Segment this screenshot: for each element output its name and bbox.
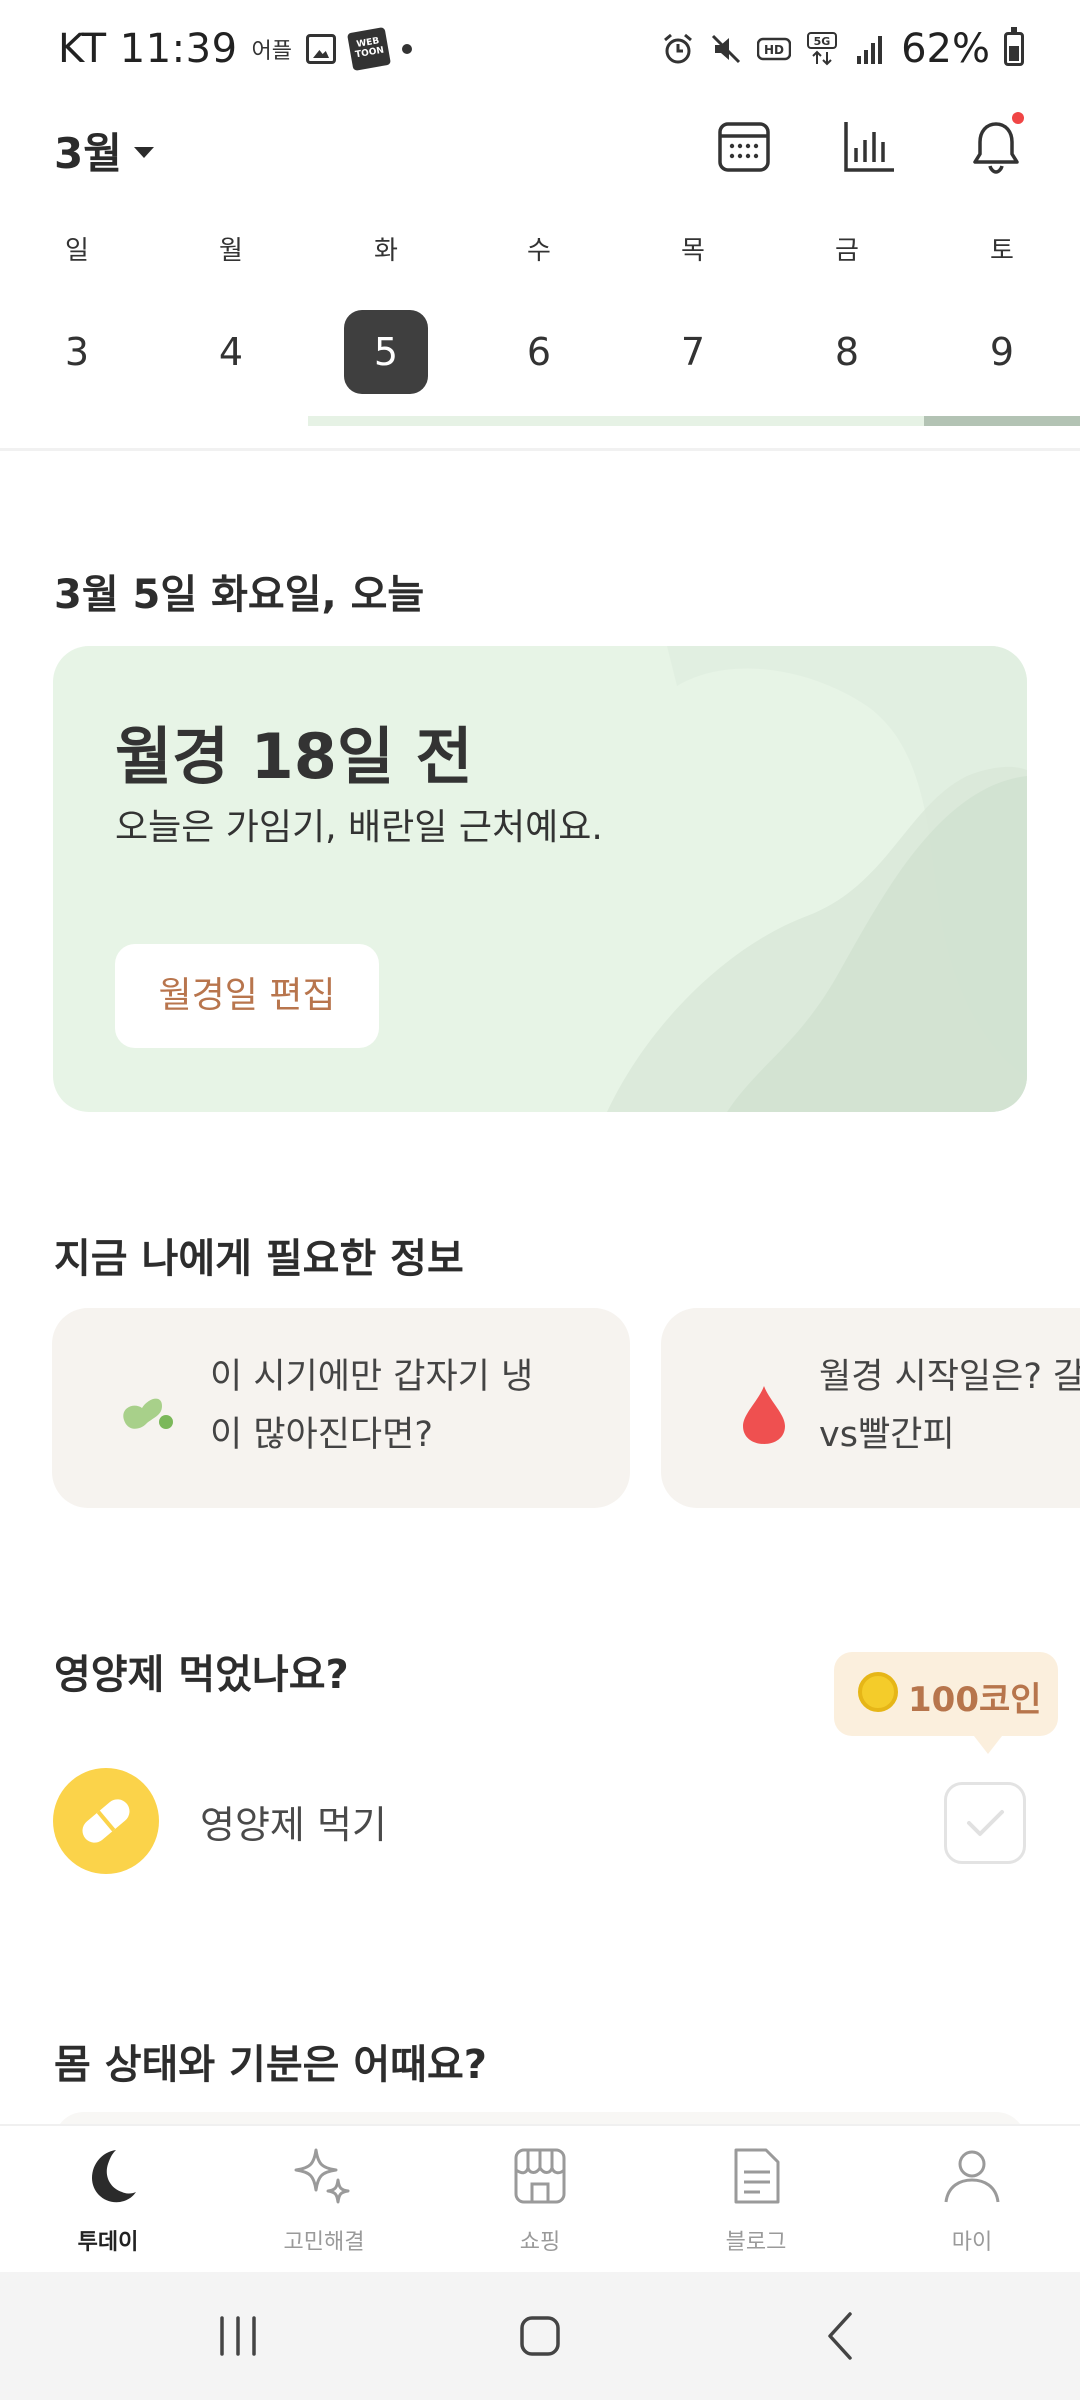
period-status: 오늘은 가임기, 배란일 근처예요. [115, 807, 603, 848]
coin-icon [858, 1672, 898, 1712]
back-icon[interactable] [812, 2306, 872, 2366]
coin-reward-tooltip: 100코인 [834, 1652, 1058, 1754]
check-icon [967, 1810, 1004, 1836]
edit-period-button[interactable]: 월경일 편집 [115, 944, 379, 1048]
day-date-selected: 5 [344, 310, 428, 394]
divider [0, 448, 1080, 451]
info-card-text: 이 시기에만 갑자기 냉 이 많아진다면? [210, 1357, 534, 1455]
nav-solutions[interactable]: 고민해결 [254, 2144, 394, 2256]
webtoon-icon: WEB TOON [347, 26, 392, 72]
today-title: 3월 5일 화요일, 오늘 [54, 572, 425, 618]
day-of-week: 토 [990, 236, 1014, 266]
nav-my[interactable]: 마이 [902, 2144, 1042, 2256]
info-card-text: 월경 시작일은? 갈 vs빨간피 [819, 1357, 1080, 1455]
hd-icon: HD [757, 37, 792, 61]
bar-chart-icon [844, 122, 894, 172]
info-title: 지금 나에게 필요한 정보 [54, 1236, 464, 1282]
supplement-checkbox[interactable] [944, 1782, 1026, 1864]
svg-text:5G: 5G [814, 35, 831, 48]
day-of-week: 수 [527, 236, 551, 266]
app-label: 어플 [251, 39, 293, 64]
document-icon [734, 2148, 780, 2204]
signal-icon [857, 36, 883, 64]
nav-label: 고민해결 [283, 2230, 365, 2255]
bell-icon [973, 122, 1019, 174]
status-right: HD 5G 62% [661, 26, 1024, 72]
coin-reward-text: 100코인 [908, 1680, 1042, 1720]
day-thursday[interactable]: 목 7 [643, 230, 743, 394]
notification-badge [1012, 112, 1024, 124]
sparkle-icon [294, 2148, 350, 2204]
nav-label: 마이 [951, 2230, 993, 2255]
cycle-phase-bar [308, 416, 1080, 426]
nav-label: 쇼핑 [519, 2230, 561, 2255]
pill-icon [53, 1768, 159, 1874]
system-nav-bar [0, 2272, 1080, 2400]
period-countdown: 월경 18일 전 [115, 720, 473, 793]
day-date: 6 [526, 330, 552, 374]
5g-icon: 5G [807, 32, 838, 66]
decorative-wave [607, 646, 1027, 1112]
person-icon [944, 2150, 1000, 2203]
month-selector[interactable]: 3월 [54, 120, 154, 181]
battery-percent: 62% [901, 26, 990, 72]
carrier-time: KT 11:39 [58, 26, 238, 72]
cycle-phase-fill [924, 416, 1080, 426]
battery-icon [1004, 27, 1024, 66]
day-date: 8 [834, 330, 860, 374]
day-of-week: 목 [681, 236, 705, 266]
nav-shopping[interactable]: 쇼핑 [470, 2144, 610, 2256]
status-bar: KT 11:39 어플 WEB TOON HD 5G 62% [0, 0, 1080, 100]
day-monday[interactable]: 월 4 [181, 230, 281, 394]
nav-label: 블로그 [725, 2230, 787, 2255]
moon-icon [92, 2150, 136, 2203]
store-icon [514, 2148, 566, 2204]
day-friday[interactable]: 금 8 [797, 230, 897, 394]
recent-apps-icon[interactable] [208, 2306, 268, 2366]
supplement-item-label: 영양제 먹기 [200, 1803, 387, 1847]
home-icon[interactable] [510, 2306, 570, 2366]
svg-text:HD: HD [764, 43, 784, 57]
day-sunday[interactable]: 일 3 [27, 230, 127, 394]
day-date: 9 [989, 330, 1015, 374]
nav-blog[interactable]: 블로그 [686, 2144, 826, 2256]
day-tuesday[interactable]: 화 5 [336, 230, 436, 394]
calendar-button[interactable] [708, 110, 780, 182]
alarm-icon [664, 33, 693, 64]
day-of-week: 금 [835, 236, 859, 266]
info-card[interactable]: 월경 시작일은? 갈 vs빨간피 [661, 1308, 1080, 1508]
day-of-week: 일 [65, 236, 89, 266]
day-wednesday[interactable]: 수 6 [489, 230, 589, 394]
nav-today[interactable]: 투데이 [38, 2144, 178, 2256]
day-date: 4 [218, 330, 244, 374]
supplement-title: 영양제 먹었나요? [54, 1652, 349, 1698]
chevron-down-icon [133, 147, 154, 158]
blood-drop-icon [743, 1386, 785, 1444]
day-saturday[interactable]: 토 9 [952, 230, 1052, 394]
nav-label: 투데이 [77, 2230, 139, 2255]
month-label: 3월 [54, 129, 122, 178]
day-of-week: 월 [219, 236, 243, 266]
status-left: KT 11:39 어플 WEB TOON [58, 26, 413, 72]
gallery-icon [306, 34, 337, 64]
day-date: 7 [680, 330, 706, 374]
more-notifications-dot [402, 44, 413, 54]
notifications-button[interactable] [960, 110, 1032, 182]
mute-icon [712, 34, 741, 64]
discharge-drops-icon [123, 1398, 173, 1429]
period-card: 월경 18일 전 오늘은 가임기, 배란일 근처예요. 월경일 편집 [53, 646, 1027, 1112]
calendar-icon [718, 122, 770, 172]
day-date: 3 [64, 330, 90, 374]
bottom-nav: 투데이 고민해결 쇼핑 블로그 마이 [0, 2124, 1080, 2272]
info-card[interactable]: 이 시기에만 갑자기 냉 이 많아진다면? [52, 1308, 630, 1508]
mood-title: 몸 상태와 기분은 어때요? [54, 2042, 487, 2088]
day-of-week: 화 [374, 236, 398, 266]
stats-button[interactable] [834, 110, 906, 182]
app-header: 3월 [0, 110, 1080, 210]
